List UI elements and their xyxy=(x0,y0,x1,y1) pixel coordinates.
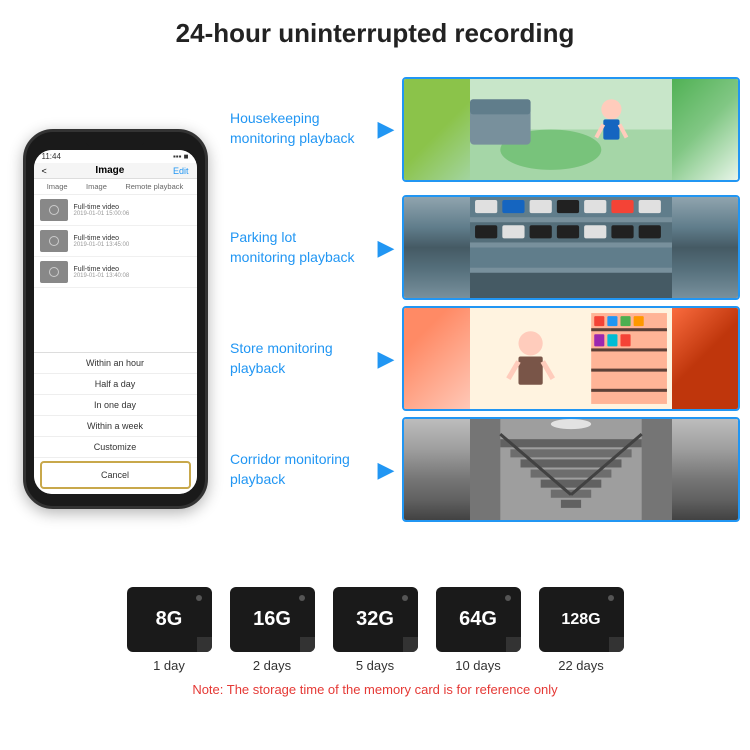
sd-card-64g: 64G xyxy=(436,587,521,652)
store-photo xyxy=(404,308,738,409)
thumb-3 xyxy=(40,261,68,283)
item-title-1: Full-time video xyxy=(74,204,130,211)
page-title: 24-hour uninterrupted recording xyxy=(10,18,740,49)
phone-tabs: Image Image Remote playback xyxy=(34,179,197,195)
note-section: Note: The storage time of the memory car… xyxy=(0,677,750,703)
phone-screen: 11:44 ▪▪▪ ■ < Image Edit Image Image Rem… xyxy=(34,150,197,494)
sd-dot-4 xyxy=(505,595,511,601)
sd-card-section: 8G 1 day 16G 2 days 32G 5 days 64G 10 da… xyxy=(0,579,750,677)
sd-card-8g: 8G xyxy=(127,587,212,652)
monitoring-image-parking xyxy=(402,195,740,300)
sd-dot-2 xyxy=(299,595,305,601)
play-icon xyxy=(49,205,59,215)
item-title-2: Full-time video xyxy=(74,235,130,242)
note-text: Note: The storage time of the memory car… xyxy=(192,682,557,697)
header-section: 24-hour uninterrupted recording xyxy=(0,0,750,59)
item-date-3: 2019-01-01 13:40:08 xyxy=(74,273,130,279)
tab-remote-playback[interactable]: Remote playback xyxy=(125,182,183,191)
tab-image2[interactable]: Image xyxy=(86,182,107,191)
dropdown-item-oneday[interactable]: In one day xyxy=(34,395,197,416)
sd-label-32g: 32G xyxy=(356,608,394,631)
dropdown-cancel-btn[interactable]: Cancel xyxy=(40,461,191,489)
monitoring-image-store xyxy=(402,306,740,411)
phone-time: 11:44 xyxy=(42,152,61,161)
sd-dot-1 xyxy=(196,595,202,601)
play-icon xyxy=(49,267,59,277)
sd-days-64g: 10 days xyxy=(455,658,501,673)
housekeeping-photo xyxy=(404,79,738,180)
item-date-2: 2019-01-01 13:45:00 xyxy=(74,242,130,248)
item-date-1: 2019-01-01 15:00:06 xyxy=(74,211,130,217)
monitoring-row-housekeeping: Housekeepingmonitoring playback ▶ xyxy=(230,69,740,189)
thumb-1 xyxy=(40,199,68,221)
monitoring-label-parking: Parking lotmonitoring playback xyxy=(230,228,370,267)
item-title-3: Full-time video xyxy=(74,266,130,273)
sd-item-32g: 32G 5 days xyxy=(333,587,418,673)
dropdown-item-week[interactable]: Within a week xyxy=(34,416,197,437)
sd-days-32g: 5 days xyxy=(356,658,394,673)
monitoring-image-corridor xyxy=(402,417,740,522)
monitoring-label-housekeeping: Housekeepingmonitoring playback xyxy=(230,109,370,148)
sd-card-128g: 128G xyxy=(539,587,624,652)
monitoring-row-store: Store monitoringplayback ▶ xyxy=(230,306,740,411)
sd-dot-5 xyxy=(608,595,614,601)
housekeeping-svg xyxy=(404,79,738,180)
store-svg xyxy=(404,308,738,409)
list-item: Full-time video 2019-01-01 15:00:06 xyxy=(34,195,197,226)
monitoring-row-corridor: Corridor monitoringplayback ▶ xyxy=(230,417,740,522)
phone-mockup: 11:44 ▪▪▪ ■ < Image Edit Image Image Rem… xyxy=(23,129,208,509)
sd-card-16g: 16G xyxy=(230,587,315,652)
phone-signal: ▪▪▪ ■ xyxy=(173,152,189,161)
dropdown-item-hour[interactable]: Within an hour xyxy=(34,353,197,374)
phone-screen-title: Image xyxy=(95,165,124,176)
sd-card-32g: 32G xyxy=(333,587,418,652)
arrow-connector-3: ▶ xyxy=(378,346,394,372)
sd-label-128g: 128G xyxy=(561,611,600,629)
main-content: 11:44 ▪▪▪ ■ < Image Edit Image Image Rem… xyxy=(0,59,750,579)
sd-days-8g: 1 day xyxy=(153,658,185,673)
list-item: Full-time video 2019-01-01 13:40:08 xyxy=(34,257,197,288)
dropdown-item-customize[interactable]: Customize xyxy=(34,437,197,458)
arrow-connector-2: ▶ xyxy=(378,235,394,261)
sd-label-16g: 16G xyxy=(253,608,291,631)
parking-photo xyxy=(404,197,738,298)
parking-svg xyxy=(404,197,738,298)
monitoring-image-housekeeping xyxy=(402,77,740,182)
sd-dot-3 xyxy=(402,595,408,601)
sd-item-8g: 8G 1 day xyxy=(127,587,212,673)
phone-nav-bar: < Image Edit xyxy=(34,163,197,179)
monitoring-label-store: Store monitoringplayback xyxy=(230,339,370,378)
phone-back-btn[interactable]: < xyxy=(42,166,47,176)
sd-item-16g: 16G 2 days xyxy=(230,587,315,673)
dropdown-item-halfday[interactable]: Half a day xyxy=(34,374,197,395)
corridor-svg xyxy=(404,419,738,520)
play-icon xyxy=(49,236,59,246)
sd-label-8g: 8G xyxy=(156,608,183,631)
sd-label-64g: 64G xyxy=(459,608,497,631)
tab-image1[interactable]: Image xyxy=(47,182,68,191)
sd-days-128g: 22 days xyxy=(558,658,604,673)
arrow-connector-4: ▶ xyxy=(378,457,394,483)
phone-edit-btn[interactable]: Edit xyxy=(173,166,189,176)
phone-status-bar: 11:44 ▪▪▪ ■ xyxy=(34,150,197,163)
phone-section: 11:44 ▪▪▪ ■ < Image Edit Image Image Rem… xyxy=(10,59,220,579)
sd-item-64g: 64G 10 days xyxy=(436,587,521,673)
corridor-photo xyxy=(404,419,738,520)
phone-notch xyxy=(85,132,145,148)
thumb-2 xyxy=(40,230,68,252)
list-item: Full-time video 2019-01-01 13:45:00 xyxy=(34,226,197,257)
arrow-connector-1: ▶ xyxy=(378,116,394,142)
sd-days-16g: 2 days xyxy=(253,658,291,673)
monitoring-row-parking: Parking lotmonitoring playback ▶ xyxy=(230,195,740,300)
right-monitoring-section: Housekeepingmonitoring playback ▶ xyxy=(230,59,740,579)
sd-item-128g: 128G 22 days xyxy=(539,587,624,673)
phone-dropdown: Within an hour Half a day In one day Wit… xyxy=(34,352,197,494)
monitoring-label-corridor: Corridor monitoringplayback xyxy=(230,450,370,489)
